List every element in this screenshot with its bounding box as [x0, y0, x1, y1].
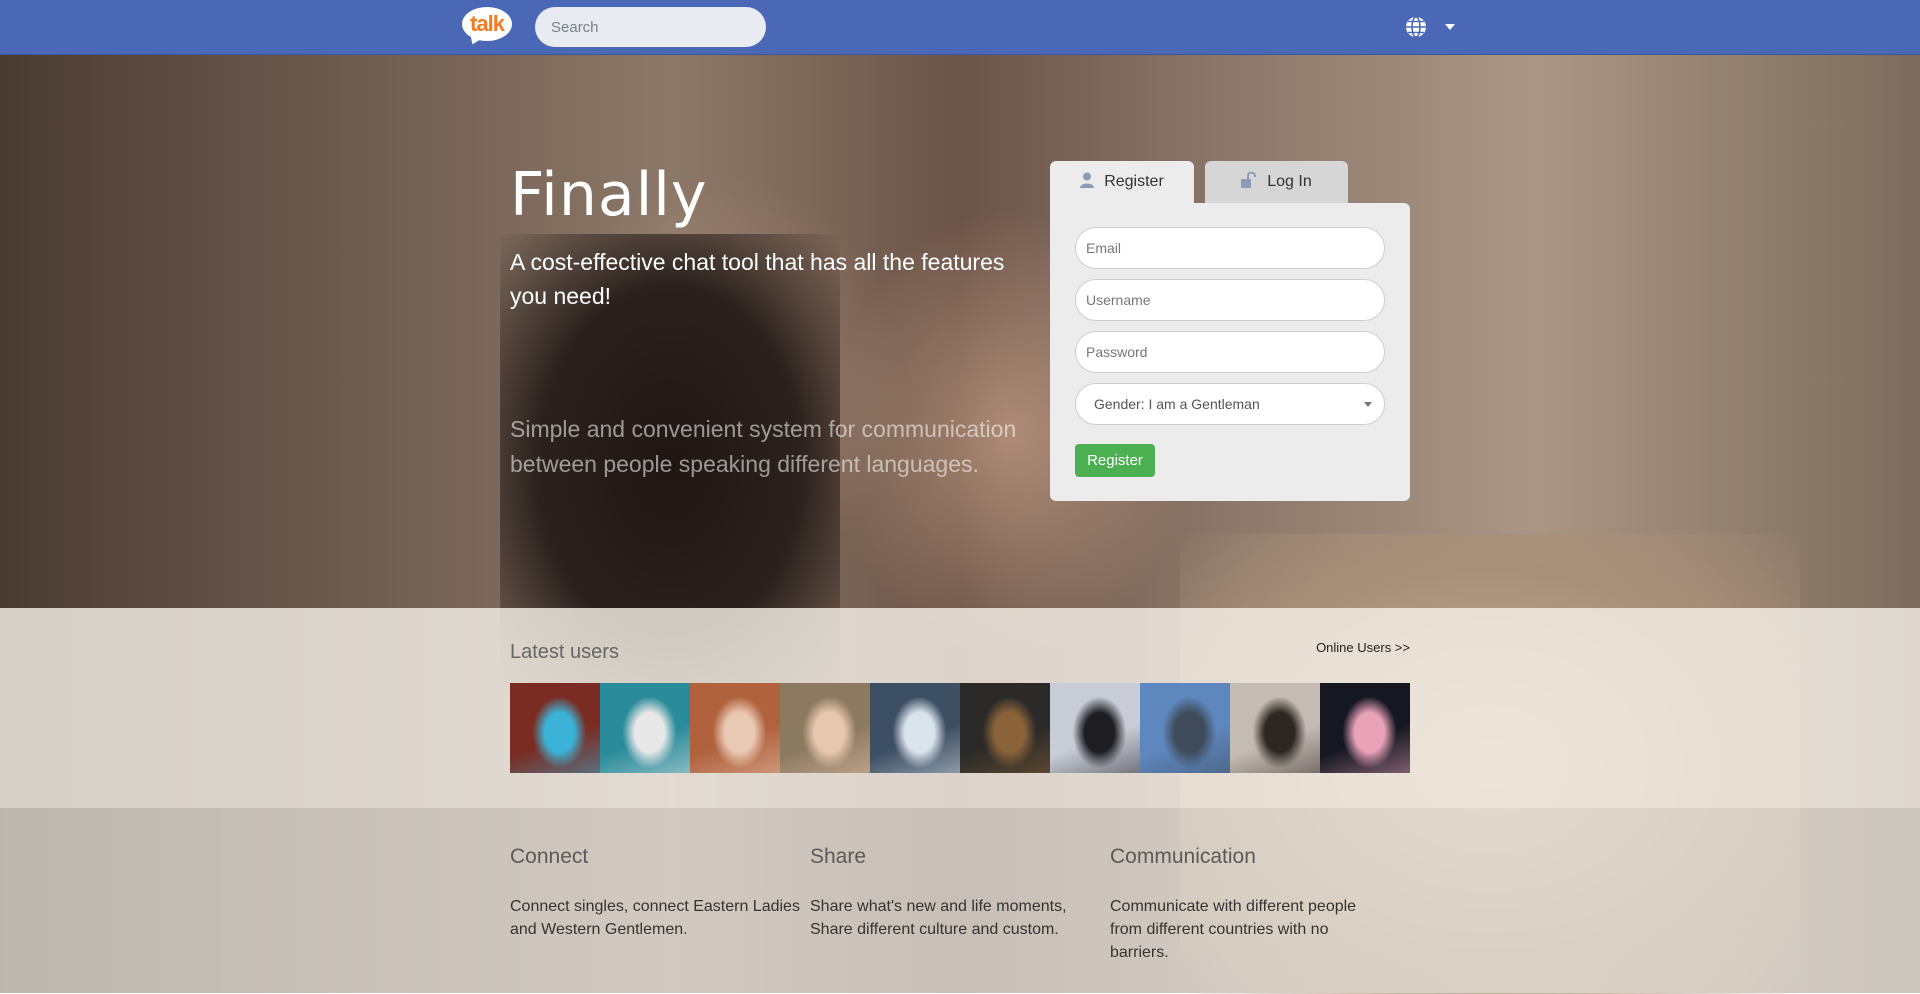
password-field[interactable] — [1075, 331, 1385, 373]
latest-users-avatars — [510, 683, 1410, 773]
user-avatar[interactable] — [600, 683, 690, 773]
tab-login-label: Log In — [1267, 173, 1312, 190]
user-avatar[interactable] — [690, 683, 780, 773]
feature-title: Share — [810, 845, 867, 868]
email-field[interactable] — [1075, 227, 1385, 269]
register-form-panel: Gender: I am a Gentleman Register — [1050, 203, 1410, 501]
feature-share: Share Share what's new and life moments,… — [810, 845, 1100, 941]
user-icon — [1080, 172, 1095, 193]
hero-subtitle: A cost-effective chat tool that has all … — [510, 249, 1005, 309]
language-selector[interactable] — [1405, 16, 1457, 38]
site-logo[interactable]: talk — [462, 7, 512, 48]
hero-description: Simple and convenient system for communi… — [510, 416, 1017, 477]
user-avatar[interactable] — [1140, 683, 1230, 773]
feature-text: Connect singles, connect Eastern Ladies … — [510, 898, 800, 938]
globe-icon — [1406, 16, 1426, 38]
tab-register[interactable]: Register — [1050, 161, 1194, 203]
user-avatar[interactable] — [1230, 683, 1320, 773]
user-avatar[interactable] — [1050, 683, 1140, 773]
logo-text: talk — [470, 11, 505, 36]
feature-title: Connect — [510, 845, 589, 868]
user-avatar[interactable] — [510, 683, 600, 773]
gender-select-value: Gender: I am a Gentleman — [1094, 396, 1260, 412]
chevron-down-icon — [1445, 24, 1455, 30]
user-avatar[interactable] — [1320, 683, 1410, 773]
unlock-icon — [1241, 171, 1257, 193]
user-avatar[interactable] — [780, 683, 870, 773]
gender-select[interactable]: Gender: I am a Gentleman — [1075, 383, 1385, 425]
latest-users-title: Latest users — [510, 641, 619, 663]
username-field[interactable] — [1075, 279, 1385, 321]
search-input[interactable] — [535, 7, 766, 47]
user-avatar[interactable] — [870, 683, 960, 773]
tab-login[interactable]: Log In — [1205, 161, 1348, 203]
register-button[interactable]: Register — [1075, 444, 1155, 477]
user-avatar[interactable] — [960, 683, 1050, 773]
tab-register-label: Register — [1104, 173, 1164, 190]
online-users-link[interactable]: Online Users >> — [1316, 640, 1410, 655]
hero-title: Finally — [510, 160, 708, 230]
feature-text: Communicate with different people from d… — [1110, 898, 1357, 961]
feature-connect: Connect Connect singles, connect Eastern… — [510, 845, 800, 941]
feature-text: Share what's new and life moments, Share… — [810, 898, 1067, 938]
top-navigation-bar: talk — [0, 0, 1920, 55]
feature-communication: Communication Communicate with different… — [1110, 845, 1380, 964]
chevron-down-icon — [1364, 402, 1372, 407]
feature-title: Communication — [1110, 845, 1256, 868]
